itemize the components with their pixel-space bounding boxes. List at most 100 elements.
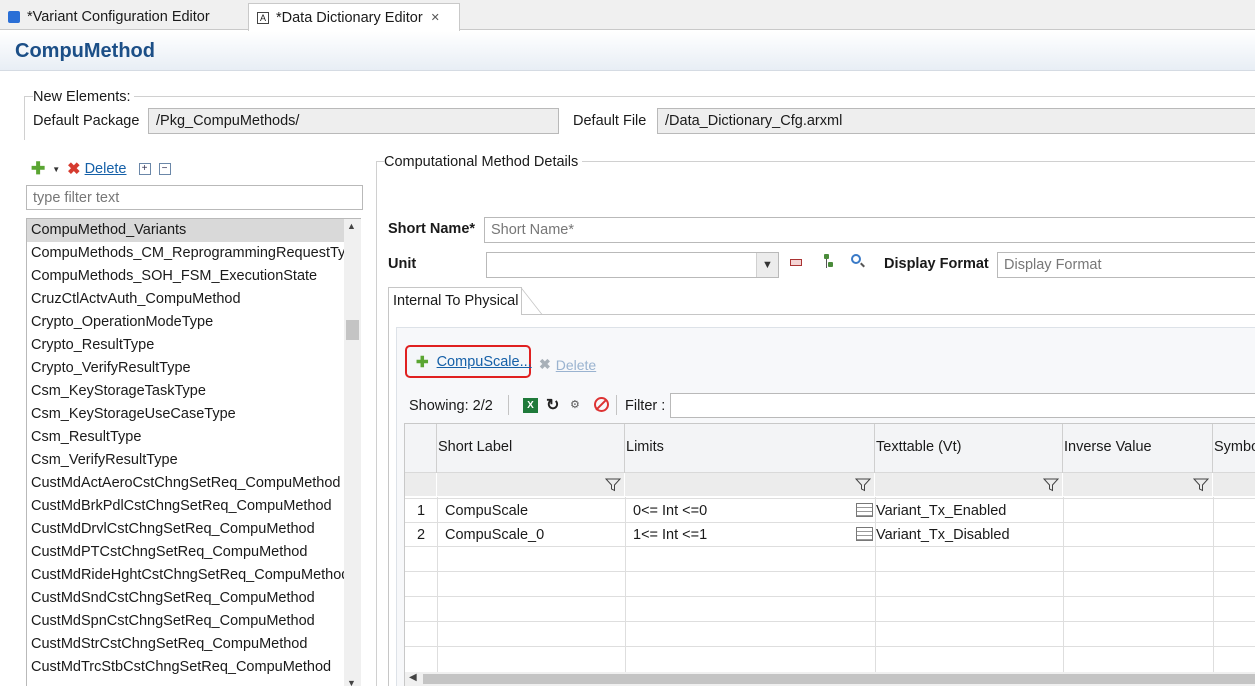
list-item[interactable]: CustMdSndCstChngSetReq_CompuMethod: [27, 587, 347, 610]
find-icon[interactable]: [850, 253, 866, 269]
tab-label: *Data Dictionary Editor: [276, 9, 423, 26]
tab-data-dictionary-editor[interactable]: A *Data Dictionary Editor ✕: [248, 3, 460, 31]
column-title: Limits: [626, 439, 664, 455]
list-item[interactable]: Csm_ResultType: [27, 426, 347, 449]
short-label-cell[interactable]: CompuScale: [445, 499, 528, 523]
compuscale-link: CompuScale...: [436, 353, 532, 370]
column-filter-icon[interactable]: [855, 478, 871, 492]
display-format-input[interactable]: Display Format: [997, 252, 1255, 278]
delete-scale-button[interactable]: ✖ Delete: [539, 356, 596, 373]
list-item[interactable]: CustMdSpnCstChngSetReq_CompuMethod: [27, 610, 347, 633]
delete-link[interactable]: Delete: [85, 161, 127, 177]
scroll-thumb[interactable]: [346, 320, 359, 340]
clear-filter-icon[interactable]: ⚙: [570, 398, 580, 411]
excel-export-icon[interactable]: X: [523, 398, 538, 413]
add-compuscale-button[interactable]: ✚ CompuScale...: [405, 345, 532, 378]
column-header-limits[interactable]: Limits: [625, 424, 875, 496]
tree-icon[interactable]: [822, 254, 836, 270]
showing-count: Showing: 2/2: [409, 398, 493, 414]
variant-editor-icon: [8, 10, 20, 23]
data-dictionary-icon: A: [257, 11, 269, 24]
list-item[interactable]: Crypto_VerifyResultType: [27, 357, 347, 380]
row-number-header: [405, 424, 437, 496]
list-item[interactable]: CustMdActAeroCstChngSetReq_CompuMethod: [27, 472, 347, 495]
scroll-up-arrow[interactable]: ▲: [347, 221, 356, 231]
scroll-down-arrow[interactable]: ▼: [347, 678, 356, 686]
filter-input[interactable]: type filter text: [26, 185, 363, 210]
list-item[interactable]: CruzCtlActvAuth_CompuMethod: [27, 288, 347, 311]
tab-internal-to-physical[interactable]: Internal To Physical: [388, 287, 522, 315]
column-filter[interactable]: [1063, 472, 1212, 496]
filter-label: Filter :: [625, 398, 666, 414]
column-filter[interactable]: [875, 472, 1062, 496]
list-item[interactable]: Crypto_ResultType: [27, 334, 347, 357]
list-item[interactable]: CompuMethod_Variants: [27, 219, 347, 242]
column-filter-icon[interactable]: [1043, 478, 1059, 492]
table-filter-input[interactable]: [670, 393, 1255, 418]
refresh-icon[interactable]: ↻: [546, 395, 559, 415]
column-filter-icon[interactable]: [1193, 478, 1209, 492]
default-file-field[interactable]: /Data_Dictionary_Cfg.arxml: [657, 108, 1255, 134]
list-item[interactable]: Crypto_OperationModeType: [27, 311, 347, 334]
compu-method-list[interactable]: CompuMethod_Variants CompuMethods_CM_Repr…: [26, 218, 361, 686]
limits-cell[interactable]: 1<= Int <=1: [633, 523, 707, 547]
texttable-icon[interactable]: [856, 527, 873, 541]
column-title: Symbo: [1214, 439, 1255, 455]
toolbar-separator: [616, 395, 617, 415]
column-title: Inverse Value: [1064, 439, 1152, 455]
chevron-down-icon[interactable]: ▼: [756, 253, 778, 277]
column-filter[interactable]: [437, 472, 624, 496]
texttable-icon[interactable]: [856, 503, 873, 517]
column-header-short-label[interactable]: Short Label: [437, 424, 625, 496]
filter-placeholder: type filter text: [33, 189, 120, 206]
list-item[interactable]: CustMdTrcStbCstChngSetReq_CompuMethod: [27, 656, 347, 679]
scroll-thumb[interactable]: [423, 674, 1255, 684]
row-number: 2: [416, 527, 426, 543]
list-scrollbar[interactable]: ▲ ▼: [344, 219, 361, 686]
column-header-inverse-value[interactable]: Inverse Value: [1063, 424, 1213, 496]
disable-filter-icon[interactable]: [594, 397, 609, 412]
column-filter[interactable]: [1213, 472, 1255, 496]
editor-tab-bar: *Variant Configuration Editor A *Data Di…: [0, 0, 1255, 31]
collapse-all-icon[interactable]: −: [158, 163, 171, 175]
scroll-left-arrow[interactable]: ◀: [409, 672, 417, 683]
chevron-down-icon[interactable]: ▼: [52, 165, 60, 174]
expand-all-icon[interactable]: +: [138, 163, 151, 175]
default-package-field[interactable]: /Pkg_CompuMethods/: [148, 108, 559, 134]
delete-icon[interactable]: ✖: [67, 159, 80, 179]
short-label-cell[interactable]: CompuScale_0: [445, 523, 544, 547]
list-item[interactable]: CustMdPTCstChngSetReq_CompuMethod: [27, 541, 347, 564]
display-format-placeholder: Display Format: [1004, 257, 1102, 273]
unit-combo[interactable]: ▼: [486, 252, 779, 278]
tab-variant-configuration-editor[interactable]: *Variant Configuration Editor: [0, 3, 248, 30]
list-item[interactable]: CompuMethods_CM_ReprogrammingRequestTy: [27, 242, 347, 265]
short-name-input[interactable]: Short Name*: [484, 217, 1255, 243]
texttable-cell[interactable]: Variant_Tx_Disabled: [876, 523, 1010, 547]
list-item[interactable]: Csm_KeyStorageUseCaseType: [27, 403, 347, 426]
column-header-symbol[interactable]: Symbo: [1213, 424, 1255, 496]
column-filter[interactable]: [625, 472, 874, 496]
texttable-cell[interactable]: Variant_Tx_Enabled: [876, 499, 1006, 523]
table-horizontal-scrollbar[interactable]: ◀: [405, 672, 1255, 686]
new-unit-icon[interactable]: [789, 255, 805, 269]
editor-header: CompuMethod: [0, 31, 1255, 71]
limits-cell[interactable]: 0<= Int <=0: [633, 499, 707, 523]
list-item[interactable]: CustMdDrvlCstChngSetReq_CompuMethod: [27, 518, 347, 541]
short-name-placeholder: Short Name*: [491, 222, 575, 238]
delete-icon: ✖: [539, 356, 551, 372]
compu-scale-table: Short Label Limits Texttable (Vt) Invers…: [404, 423, 1255, 686]
close-icon[interactable]: ✕: [431, 11, 440, 24]
list-item[interactable]: CustMdStrCstChngSetReq_CompuMethod: [27, 633, 347, 656]
column-header-texttable[interactable]: Texttable (Vt): [875, 424, 1063, 496]
toolbar-separator: [508, 395, 509, 415]
add-icon[interactable]: ✚: [31, 160, 45, 177]
column-filter-icon[interactable]: [605, 478, 621, 492]
list-item[interactable]: Csm_KeyStorageTaskType: [27, 380, 347, 403]
list-item[interactable]: CustMdBrkPdlCstChngSetReq_CompuMethod: [27, 495, 347, 518]
list-item[interactable]: CustMdRideHghtCstChngSetReq_CompuMethod: [27, 564, 347, 587]
list-item[interactable]: CompuMethods_SOH_FSM_ExecutionState: [27, 265, 347, 288]
display-format-label: Display Format: [884, 256, 989, 272]
row-number: 1: [416, 503, 426, 519]
list-item[interactable]: Csm_VerifyResultType: [27, 449, 347, 472]
details-group-label: Computational Method Details: [384, 154, 583, 170]
